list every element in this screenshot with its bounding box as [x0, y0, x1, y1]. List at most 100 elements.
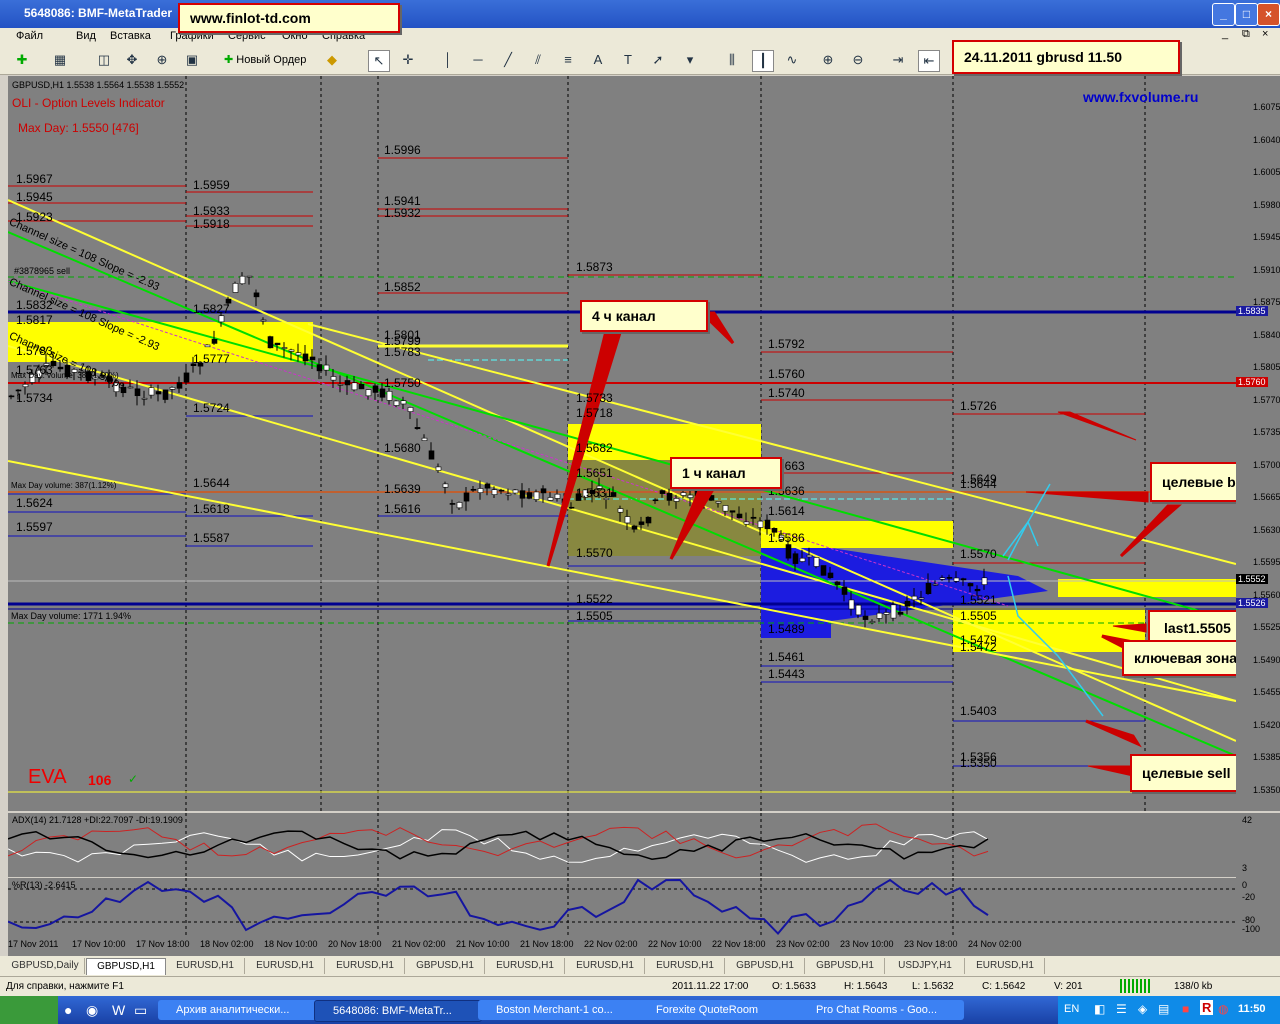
candlestick-icon[interactable]: ┃	[752, 50, 774, 72]
wpr-axis-100: -100	[1242, 924, 1261, 934]
chart-tab[interactable]: GBPUSD,H1	[86, 958, 166, 975]
language-indicator[interactable]: EN	[1064, 1003, 1079, 1015]
level-label: 1.5817	[16, 313, 53, 327]
candle-body	[393, 400, 400, 406]
chart-tab[interactable]: GBPUSD,H1	[806, 958, 885, 974]
status-open: O: 1.5633	[772, 981, 816, 992]
level-label: 1.5827	[193, 302, 230, 316]
chart-tab[interactable]: EURUSD,H1	[646, 958, 725, 974]
chart-tab[interactable]: EURUSD,H1	[966, 958, 1045, 974]
tray-r-icon[interactable]: R	[1200, 1000, 1214, 1015]
candle-body	[407, 407, 414, 412]
time-tick: 17 Nov 2011	[8, 939, 59, 949]
cursor-icon[interactable]: ↖	[368, 50, 390, 72]
candle-body	[148, 387, 155, 396]
candle-body	[435, 466, 442, 471]
profiles-icon[interactable]: ▦	[50, 50, 70, 70]
horizontal-line-icon[interactable]: ─	[468, 50, 488, 70]
candle-body	[519, 490, 526, 499]
doc-minimize-button[interactable]: _	[1222, 28, 1228, 40]
candle-body	[729, 510, 736, 513]
task-boston-merchant[interactable]: Boston Merchant-1 co...	[478, 1000, 644, 1020]
tray-icon-1[interactable]: ◧	[1094, 1002, 1105, 1016]
tray-icon-6[interactable]: ◍	[1218, 1002, 1228, 1016]
candle-body	[834, 581, 841, 586]
tray-icon-2[interactable]: ☰	[1116, 1002, 1127, 1016]
close-button[interactable]: ×	[1257, 3, 1280, 26]
chart-tab[interactable]: EURUSD,H1	[166, 958, 245, 974]
eva-check-icon: ✓	[128, 772, 139, 786]
level-label: 1.5614	[768, 504, 805, 518]
chart-tab[interactable]: GBPUSD,Daily	[6, 958, 85, 974]
navigator-icon[interactable]: ✥	[122, 50, 142, 70]
tray-icon-4[interactable]: ▤	[1158, 1002, 1169, 1016]
level-label: 1.5733	[576, 391, 613, 405]
candle-body	[848, 599, 855, 610]
doc-restore-button[interactable]: ⧉	[1242, 28, 1250, 41]
task-forexite[interactable]: Forexite QuoteRoom	[638, 1000, 804, 1020]
chart-tab[interactable]: EURUSD,H1	[486, 958, 565, 974]
zoom-in-icon[interactable]: ⊕	[818, 50, 838, 70]
price-tick: 1.5490	[1253, 654, 1280, 665]
chart-tab[interactable]: USDJPY,H1	[886, 958, 965, 974]
new-order-button[interactable]: ✚ Новый Ордер	[220, 50, 310, 70]
level-label: 1.5680	[384, 441, 421, 455]
task-metatrader[interactable]: 5648086: BMF-MetaTr...	[314, 1000, 482, 1022]
maximize-button[interactable]: □	[1235, 3, 1258, 26]
candle-body	[358, 384, 365, 390]
price-tick: 1.5945	[1253, 232, 1280, 242]
word-icon[interactable]: W	[112, 1002, 125, 1018]
adx-panel[interactable]: ADX(14) 21.7128 +DI:22.7097 -DI:19.1909	[8, 813, 1236, 877]
arrows-icon[interactable]: ➚	[648, 50, 668, 70]
bar-chart-icon[interactable]: ⫼	[722, 50, 742, 70]
show-desktop-icon[interactable]: ▭	[134, 1002, 147, 1019]
candle-body	[309, 356, 316, 361]
price-chart[interactable]: GBPUSD,H1 1.5538 1.5564 1.5538 1.5552 OL…	[8, 76, 1236, 811]
chart-shift-icon[interactable]: ⇤	[918, 50, 940, 72]
minimize-button[interactable]: _	[1212, 3, 1235, 26]
chart-tab[interactable]: GBPUSD,H1	[726, 958, 805, 974]
terminal-icon[interactable]: ▣	[182, 50, 202, 70]
time-tick: 18 Nov 02:00	[200, 939, 254, 949]
level-label: 1.5996	[384, 143, 421, 157]
vertical-line-icon[interactable]: │	[438, 50, 458, 70]
candle-body	[365, 389, 372, 397]
williams-r-panel[interactable]: %R(13) -2.6415	[8, 878, 1236, 936]
crosshair-icon[interactable]: ✛	[398, 50, 418, 70]
line-chart-icon[interactable]: ∿	[782, 50, 802, 70]
chart-tab[interactable]: EURUSD,H1	[246, 958, 325, 974]
arrow-dropdown-icon[interactable]: ▾	[680, 50, 700, 70]
candle-body	[498, 489, 505, 492]
chart-tab[interactable]: EURUSD,H1	[326, 958, 405, 974]
price-tag-top: 1.5835	[1236, 306, 1268, 316]
tray-icon-5[interactable]: ■	[1182, 1002, 1189, 1016]
level-label: 1.5521	[960, 593, 997, 607]
chart-tab[interactable]: GBPUSD,H1	[406, 958, 485, 974]
eva-value: 106	[88, 772, 112, 788]
market-watch-icon[interactable]: ◫	[94, 50, 114, 70]
task-archive[interactable]: Архив аналитически...	[158, 1000, 324, 1020]
zoom-out-icon[interactable]: ⊖	[848, 50, 868, 70]
trendline-icon[interactable]: ╱	[498, 50, 518, 70]
level-label: 1.5350	[960, 756, 997, 770]
chrome-icon[interactable]: ◉	[86, 1002, 98, 1019]
candle-body	[680, 492, 687, 496]
doc-close-button[interactable]: ×	[1262, 28, 1268, 40]
menu-file[interactable]: Файл	[16, 30, 43, 42]
equidistant-channel-icon[interactable]: ⫽	[528, 50, 548, 70]
new-chart-icon[interactable]: ✚	[12, 50, 32, 70]
firefox-icon[interactable]: ●	[64, 1002, 72, 1018]
menu-insert[interactable]: Вставка	[110, 30, 151, 42]
candle-body	[932, 583, 939, 586]
menu-view[interactable]: Вид	[76, 30, 96, 42]
autoscroll-icon[interactable]: ⇥	[888, 50, 908, 70]
text-label-icon[interactable]: T	[618, 50, 638, 70]
chart-tab[interactable]: EURUSD,H1	[566, 958, 645, 974]
expert-advisors-icon[interactable]: ◆	[322, 50, 342, 70]
start-button[interactable]	[0, 996, 58, 1024]
fibonacci-icon[interactable]: ≡	[558, 50, 578, 70]
tray-icon-3[interactable]: ◈	[1138, 1002, 1147, 1016]
text-icon[interactable]: A	[588, 50, 608, 70]
task-pro-chat[interactable]: Pro Chat Rooms - Goo...	[798, 1000, 964, 1020]
data-window-icon[interactable]: ⊕	[152, 50, 172, 70]
